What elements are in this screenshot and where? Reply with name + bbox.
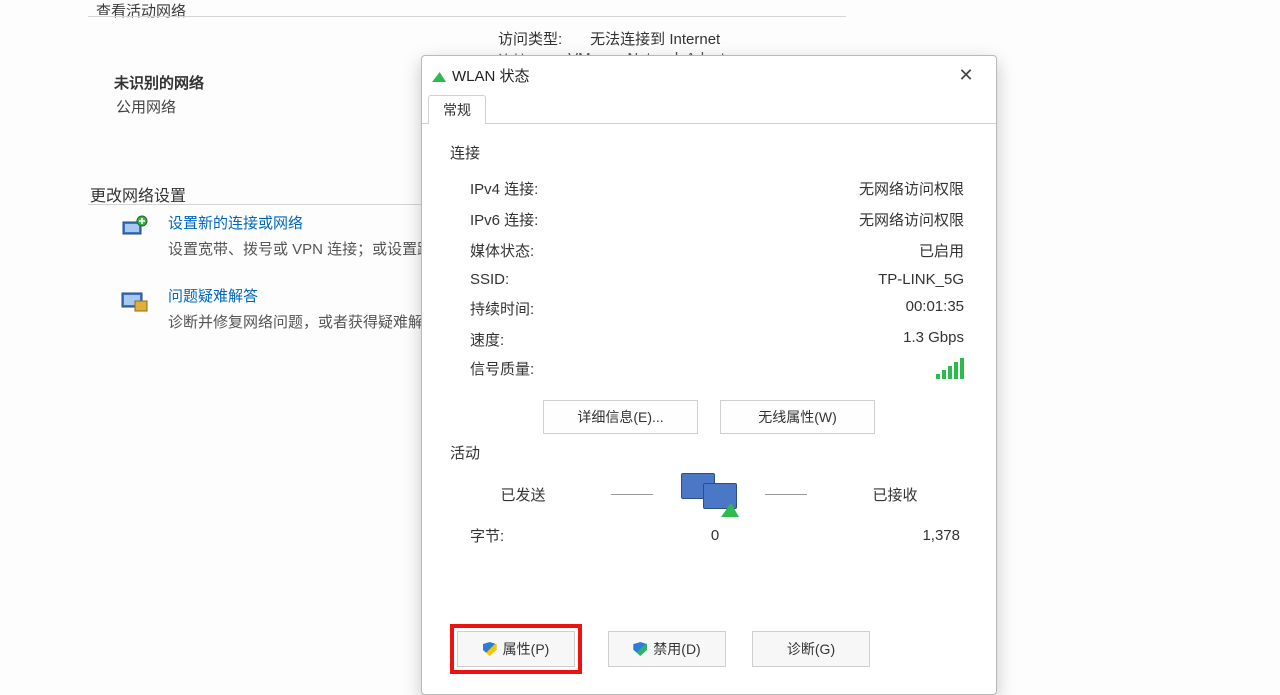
access-type-value: 无法连接到 Internet [590, 28, 720, 49]
diagnose-button[interactable]: 诊断(G) [752, 631, 870, 667]
media-state-label: 媒体状态: [470, 240, 534, 261]
tab-general[interactable]: 常规 [428, 95, 486, 124]
public-network-label: 公用网络 [116, 96, 176, 117]
signal-bars-icon [936, 358, 964, 379]
highlight-properties: 属性(P) [450, 624, 582, 674]
bytes-sent-value: 0 [590, 527, 840, 544]
wifi-icon [432, 68, 446, 82]
wlan-status-dialog: WLAN 状态 ✕ 常规 连接 IPv4 连接: 无网络访问权限 IPv6 连接:… [421, 55, 997, 695]
ssid-label: SSID: [470, 271, 509, 288]
access-type-label: 访问类型: [498, 28, 562, 49]
properties-button[interactable]: 属性(P) [457, 631, 575, 667]
shield-icon [633, 642, 647, 656]
duration-value: 00:01:35 [906, 298, 964, 319]
ipv6-label: IPv6 连接: [470, 209, 538, 230]
ipv6-value: 无网络访问权限 [859, 209, 964, 230]
received-label: 已接收 [835, 484, 955, 505]
media-state-value: 已启用 [919, 240, 964, 261]
disable-button-label: 禁用(D) [653, 639, 700, 659]
ipv4-label: IPv4 连接: [470, 178, 538, 199]
change-network-settings-heading: 更改网络设置 [90, 182, 186, 206]
sent-label: 已发送 [463, 484, 583, 505]
details-button[interactable]: 详细信息(E)... [543, 400, 698, 434]
unrecognized-network-heading: 未识别的网络 [114, 72, 204, 93]
shield-icon [483, 642, 497, 656]
bytes-label: 字节: [470, 525, 590, 546]
speed-label: 速度: [470, 329, 504, 350]
diagnose-button-label: 诊断(G) [787, 639, 835, 659]
connection-section-heading: 连接 [450, 142, 968, 163]
speed-value: 1.3 Gbps [903, 329, 964, 350]
dialog-title: WLAN 状态 [452, 65, 946, 86]
view-active-networks-heading: 查看活动网络 [96, 0, 186, 21]
divider [611, 494, 653, 495]
bytes-received-value: 1,378 [840, 527, 960, 544]
ipv4-value: 无网络访问权限 [859, 178, 964, 199]
activity-section-heading: 活动 [450, 442, 968, 463]
duration-label: 持续时间: [470, 298, 534, 319]
close-icon: ✕ [958, 65, 973, 86]
wireless-properties-button[interactable]: 无线属性(W) [720, 400, 875, 434]
troubleshoot-icon [118, 285, 152, 315]
ssid-value: TP-LINK_5G [878, 271, 964, 288]
activity-monitors-icon [681, 473, 737, 515]
divider [88, 16, 846, 17]
signal-quality-label: 信号质量: [470, 358, 534, 379]
close-button[interactable]: ✕ [946, 60, 986, 90]
divider [765, 494, 807, 495]
properties-button-label: 属性(P) [503, 639, 550, 659]
disable-button[interactable]: 禁用(D) [608, 631, 726, 667]
setup-connection-icon [118, 212, 152, 242]
